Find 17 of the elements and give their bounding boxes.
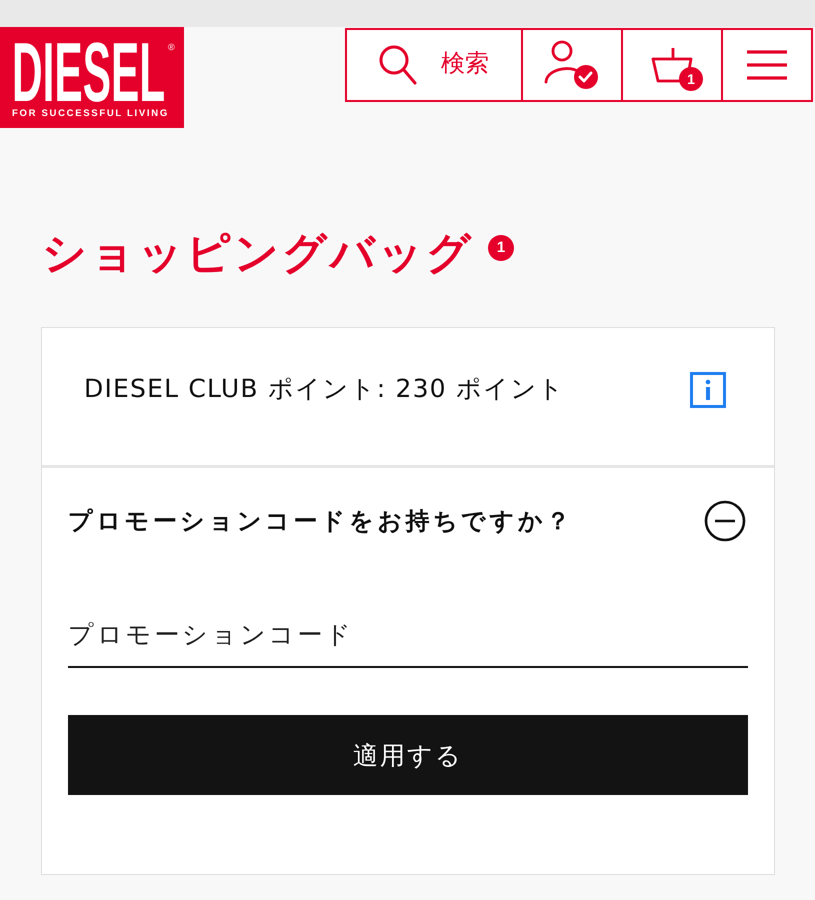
info-icon[interactable]	[690, 372, 726, 408]
apply-button[interactable]: 適用する	[68, 715, 748, 795]
promo-heading: プロモーションコードをお持ちですか？	[68, 506, 574, 537]
promo-code-field[interactable]: プロモーションコード	[68, 598, 748, 668]
logo-tagline: FOR SUCCESSFUL LIVING	[12, 108, 169, 120]
logo-wordmark: DIESEL	[12, 41, 166, 103]
menu-icon	[746, 50, 788, 80]
search-icon	[379, 45, 417, 85]
page-title: ショッピングバッグ	[42, 227, 474, 281]
points-text: DIESEL CLUB ポイント: 230 ポイント	[84, 372, 565, 404]
minus-circle-icon[interactable]	[704, 500, 746, 542]
registered-mark: ®	[168, 42, 175, 52]
item-count-badge: 1	[488, 235, 514, 261]
user-check-icon	[544, 40, 600, 90]
basket-icon	[651, 47, 693, 83]
logo[interactable]: DIESEL® FOR SUCCESSFUL LIVING	[0, 27, 184, 128]
cart-count-badge: 1	[679, 67, 703, 91]
